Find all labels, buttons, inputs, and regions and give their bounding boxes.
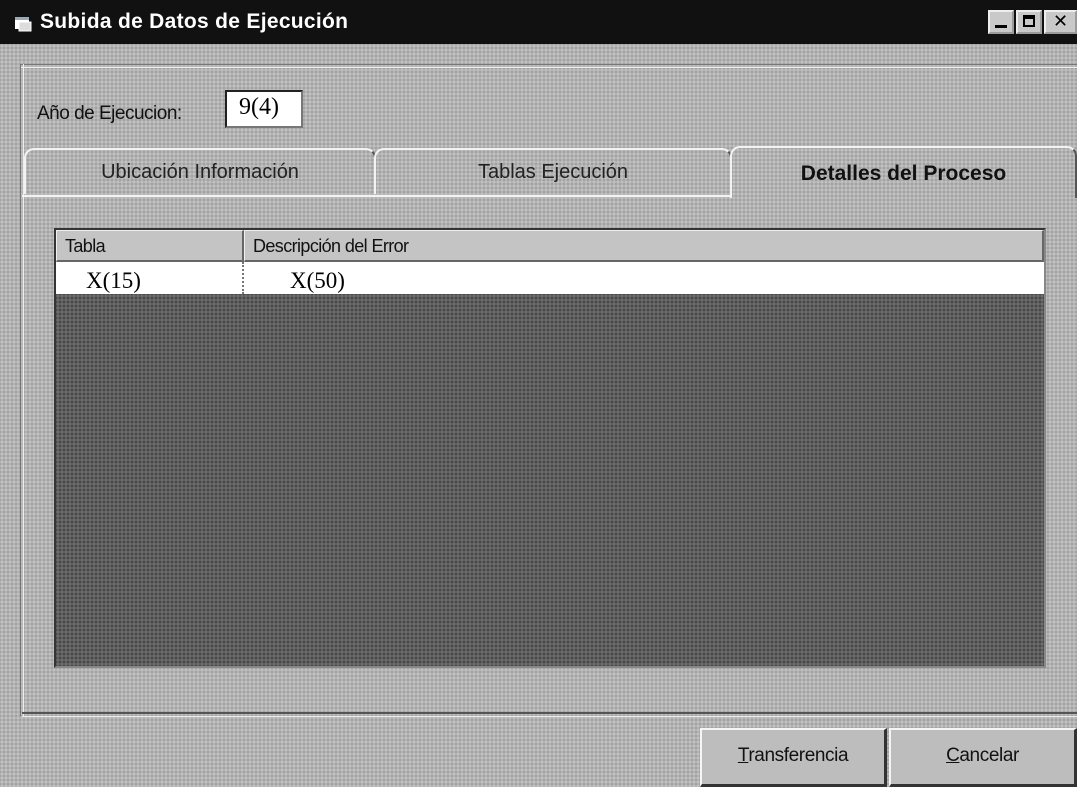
- minimize-icon: [995, 25, 1007, 28]
- cancel-button-label: ancelar: [959, 745, 1019, 766]
- main-window: Subida de Datos de Ejecución ✕ Año de Ej…: [0, 0, 1077, 787]
- close-button[interactable]: ✕: [1044, 10, 1077, 34]
- transfer-button-label: ransferencia: [748, 745, 849, 766]
- column-header-tabla[interactable]: Tabla: [56, 230, 244, 262]
- year-row: Año de Ejecucion: 9(4): [0, 70, 1077, 130]
- cell-tabla[interactable]: X(15): [56, 262, 244, 294]
- grid-header: Tabla Descripción del Error: [56, 230, 1044, 262]
- frame-groove-top: [20, 64, 1077, 68]
- tab-detalles-del-proceso[interactable]: Detalles del Proceso: [730, 146, 1077, 198]
- table-row[interactable]: X(15) X(50): [56, 262, 1044, 294]
- year-label: Año de Ejecucion:: [37, 103, 182, 124]
- column-header-descripcion[interactable]: Descripción del Error: [244, 230, 1044, 262]
- minimize-button[interactable]: [988, 10, 1014, 34]
- year-input[interactable]: 9(4): [225, 90, 303, 128]
- tab-ubicacion-informacion[interactable]: Ubicación Información: [24, 148, 376, 194]
- tab-tablas-ejecucion[interactable]: Tablas Ejecución: [374, 148, 732, 194]
- maximize-button[interactable]: [1016, 10, 1042, 34]
- transfer-button-mnemonic: T: [737, 745, 749, 766]
- close-icon: ✕: [1052, 11, 1069, 31]
- cell-descripcion[interactable]: X(50): [244, 262, 1044, 294]
- cancel-button[interactable]: Cancelar: [889, 728, 1077, 787]
- maximize-icon: [1023, 15, 1035, 27]
- tab-panel-bottom-edge: [22, 712, 1077, 717]
- app-window-icon: [15, 17, 32, 32]
- window-title: Subida de Datos de Ejecución: [40, 10, 349, 33]
- error-details-grid[interactable]: Tabla Descripción del Error X(15) X(50): [54, 228, 1046, 668]
- cancel-button-mnemonic: C: [946, 745, 960, 766]
- tab-panel-edge: [22, 195, 730, 199]
- title-bar[interactable]: Subida de Datos de Ejecución ✕: [0, 0, 1077, 44]
- transfer-button[interactable]: Transferencia: [700, 728, 887, 787]
